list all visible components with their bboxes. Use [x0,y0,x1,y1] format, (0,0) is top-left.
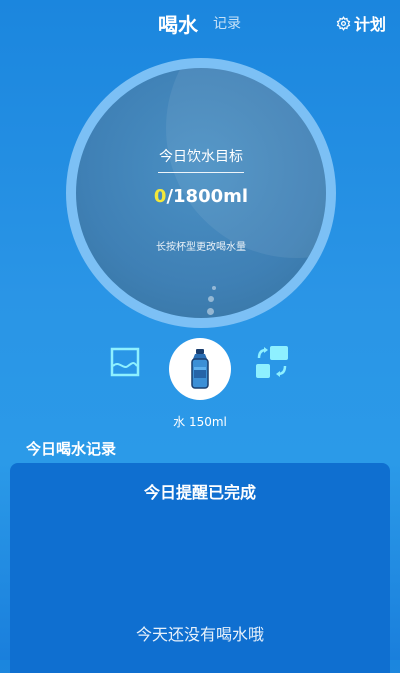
goal-total: /1800ml [166,186,249,207]
reminder-status: 今日提醒已完成 [143,483,256,502]
settings-gear-icon [336,15,351,31]
record-title: 今日喝水记录 [26,440,117,458]
water-bottle-icon [191,349,209,389]
goal-divider [158,172,244,173]
top-bar: 喝水 记录 计划 [0,0,400,44]
selected-cup-button[interactable] [169,338,231,400]
plan-label: 计划 [353,15,386,34]
water-progress-circle: 今日饮水目标 0/1800ml 长按杯型更改喝水量 [76,68,326,318]
empty-records-text: 今天还没有喝水哦 [135,625,264,644]
water-progress-ring: 今日饮水目标 0/1800ml 长按杯型更改喝水量 [66,58,336,328]
cup-label: 水 150ml [173,415,227,429]
goal-hint: 长按杯型更改喝水量 [156,242,246,253]
record-panel: 今日提醒已完成 今天还没有喝水哦 [10,463,390,673]
water-chart-icon[interactable] [110,347,140,377]
switch-cup-icon[interactable] [256,346,288,378]
plan-button[interactable]: 计划 [336,11,386,35]
cup-selector: 水 150ml [0,338,400,429]
goal-label: 今日饮水目标 [159,149,243,165]
tab-records[interactable]: 记录 [213,13,241,33]
goal-current: 0 [153,186,167,207]
goal-value: 0/1800ml [76,186,326,207]
tab-drink-water[interactable]: 喝水 [158,9,198,38]
